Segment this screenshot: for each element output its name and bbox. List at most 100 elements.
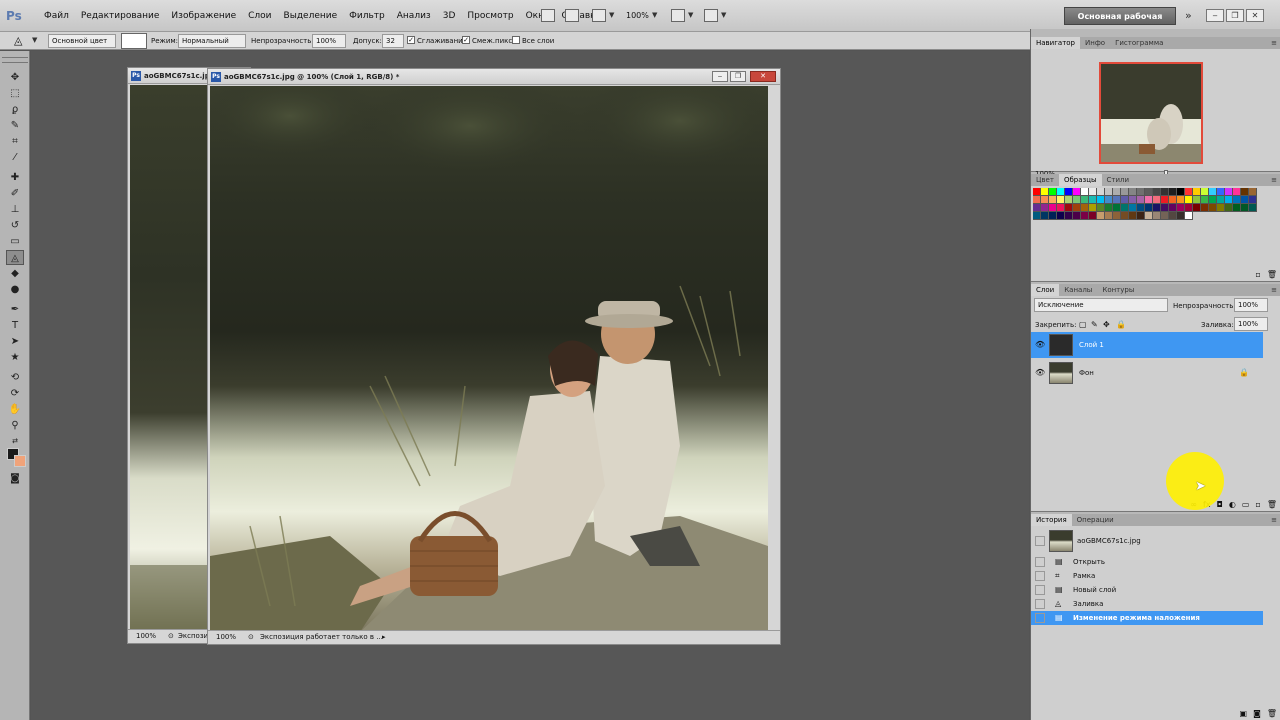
color-swatch[interactable] [1121,196,1129,204]
color-swatch[interactable] [1161,196,1169,204]
trash-icon[interactable]: 🗑 [1267,270,1277,279]
color-swatch[interactable] [1089,212,1097,220]
color-swatch[interactable] [1049,196,1057,204]
color-swatch[interactable] [1209,196,1217,204]
color-swatch[interactable] [1065,212,1073,220]
antialias-checkbox[interactable]: ✓ [407,36,415,44]
history-source-box[interactable] [1035,585,1045,595]
all-layers-checkbox[interactable] [512,36,520,44]
swap-colors-icon[interactable]: ⇄ [6,434,24,449]
tab-history[interactable]: История [1031,514,1072,526]
color-swatch[interactable] [1073,212,1081,220]
adjustment-layer-icon[interactable]: ◐ [1229,500,1236,509]
history-source-box[interactable] [1035,557,1045,567]
eyedropper-tool-icon[interactable]: ⁄ [6,150,24,165]
tab-info[interactable]: Инфо [1080,37,1110,49]
color-swatch[interactable] [1081,212,1089,220]
marquee-tool-icon[interactable]: ⬚ [6,86,24,101]
color-swatch[interactable] [1113,196,1121,204]
color-swatch[interactable] [1177,212,1185,220]
color-swatch[interactable] [1209,188,1217,196]
type-tool-icon[interactable]: T [6,318,24,333]
blur-tool-icon[interactable]: ◆ [6,266,24,281]
color-swatch[interactable] [1217,204,1225,212]
blend-mode-select[interactable]: Нормальный [178,34,246,48]
color-swatch[interactable] [1145,212,1153,220]
view-extras-icon[interactable] [592,9,606,22]
color-swatch[interactable] [1049,204,1057,212]
chevron-down-icon[interactable]: ▼ [609,11,614,19]
eraser-tool-icon[interactable]: ▭ [6,234,24,249]
color-swatch[interactable] [1105,212,1113,220]
hand-tool-icon[interactable]: ✋ [6,402,24,417]
color-swatch[interactable] [1169,204,1177,212]
status-text[interactable]: Экспозиция работает только в ... [260,631,383,644]
eye-icon[interactable]: 👁 [1035,340,1045,349]
color-swatch[interactable] [1049,212,1057,220]
layer-blend-mode-select[interactable]: Исключение [1034,298,1168,312]
clone-stamp-tool-icon[interactable]: ⊥ [6,202,24,217]
zoom-field[interactable]: 100% [216,631,236,644]
color-swatch[interactable] [1145,196,1153,204]
lasso-tool-icon[interactable]: ϼ [6,102,24,117]
tab-layers[interactable]: Слои [1031,284,1060,296]
3d-orbit-tool-icon[interactable]: ⟳ [6,386,24,401]
color-swatch[interactable] [1049,188,1057,196]
color-swatch[interactable] [1097,204,1105,212]
color-swatch[interactable] [1153,212,1161,220]
new-layer-icon[interactable]: ▫ [1255,500,1260,509]
restore-button[interactable]: ❐ [1226,9,1244,22]
color-swatch[interactable] [1217,188,1225,196]
color-swatch[interactable] [1233,188,1241,196]
dodge-tool-icon[interactable]: ● [6,282,24,297]
layer-row-background[interactable]: 👁 Фон 🔒 [1031,360,1263,386]
quick-mask-icon[interactable]: ◙ [6,471,24,486]
color-swatch[interactable] [1137,188,1145,196]
minimize-button[interactable]: ‒ [712,71,728,82]
color-swatch[interactable] [1201,188,1209,196]
document-title[interactable]: Ps aoGBMC67s1c.jpg @ 100% (Слой 1, RGB/8… [208,69,780,85]
layer-name[interactable]: Фон [1079,369,1094,377]
color-swatch[interactable] [1249,196,1257,204]
color-swatch[interactable] [1177,204,1185,212]
pattern-picker[interactable] [121,33,147,49]
screen-mode-icon[interactable] [704,9,718,22]
panel-menu-icon[interactable]: ≡ [1271,176,1277,184]
color-swatch[interactable] [1233,204,1241,212]
chevron-down-icon[interactable]: ▼ [32,36,37,44]
history-item[interactable]: ⌗ Рамка [1031,569,1263,583]
history-item[interactable]: ▤ Открыть [1031,555,1263,569]
tolerance-input[interactable]: 32 [382,34,404,48]
restore-button[interactable]: ❐ [730,71,746,82]
color-swatch[interactable] [1153,196,1161,204]
history-brush-tool-icon[interactable]: ↺ [6,218,24,233]
crop-tool-icon[interactable]: ⌗ [6,134,24,149]
workspace-switcher-button[interactable]: Основная рабочая среда [1064,7,1176,39]
color-swatch[interactable] [1105,188,1113,196]
close-button[interactable]: ✕ [1246,9,1264,22]
color-swatch[interactable] [1105,196,1113,204]
color-swatch[interactable] [1209,204,1217,212]
color-swatch[interactable] [1129,188,1137,196]
zoom-level[interactable]: 100% [626,11,649,20]
history-item-selected[interactable]: ▤ Изменение режима наложения [1031,611,1263,625]
color-swatch[interactable] [1161,204,1169,212]
color-swatch[interactable] [1161,188,1169,196]
snapshot-source-box[interactable] [1035,536,1045,546]
color-swatch[interactable] [1097,188,1105,196]
tab-histogram[interactable]: Гистограмма [1110,37,1168,49]
color-swatch[interactable] [1073,204,1081,212]
menu-analysis[interactable]: Анализ [391,11,437,21]
menu-select[interactable]: Выделение [278,11,344,21]
color-swatch[interactable] [1129,196,1137,204]
color-swatch[interactable] [1161,212,1169,220]
history-source-box[interactable] [1035,613,1045,623]
color-swatch[interactable] [1081,204,1089,212]
color-swatch[interactable] [1041,204,1049,212]
color-swatch[interactable] [1177,196,1185,204]
history-source-box[interactable] [1035,571,1045,581]
color-swatch[interactable] [1057,204,1065,212]
color-swatch[interactable] [1249,204,1257,212]
paint-bucket-tool-icon[interactable]: ◬ [6,250,24,265]
color-swatch[interactable] [1065,188,1073,196]
